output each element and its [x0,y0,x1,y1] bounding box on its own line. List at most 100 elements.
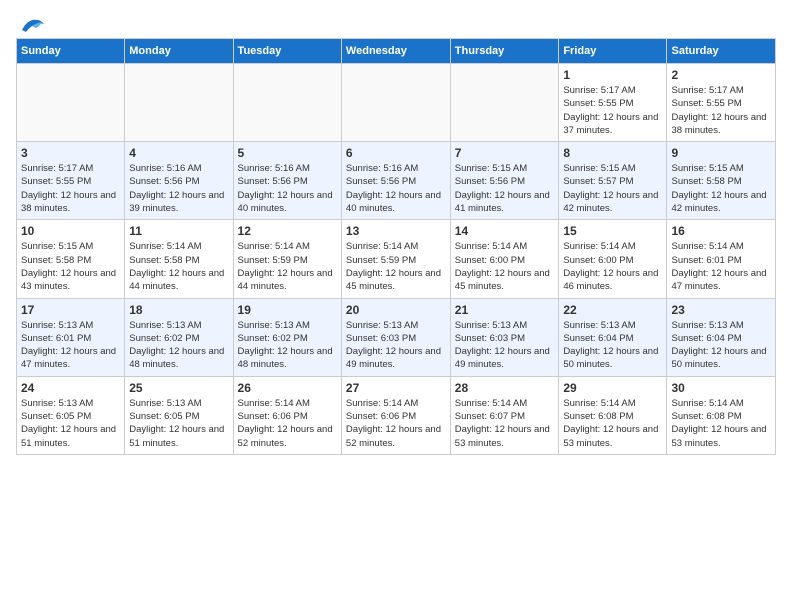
calendar-week-1: 1 Sunrise: 5:17 AM Sunset: 5:55 PM Daylig… [17,64,776,142]
day-number: 20 [346,303,446,317]
calendar-cell: 15Sunrise: 5:14 AM Sunset: 6:00 PM Dayli… [559,220,667,298]
day-number: 8 [563,146,662,160]
calendar-cell: 23 Sunrise: 5:13 AM Sunset: 6:04 PM Dayli… [667,298,776,376]
calendar-cell: 29 Sunrise: 5:14 AM Sunset: 6:08 PM Dayli… [559,376,667,454]
calendar-table: SundayMondayTuesdayWednesdayThursdayFrid… [16,38,776,455]
day-number: 24 [21,381,120,395]
day-info: Sunrise: 5:16 AM Sunset: 5:56 PM Dayligh… [346,162,446,215]
day-info: Sunrise: 5:15 AM Sunset: 5:58 PM Dayligh… [21,240,120,293]
col-header-friday: Friday [559,39,667,64]
calendar-cell: 3 Sunrise: 5:17 AM Sunset: 5:55 PM Daylig… [17,142,125,220]
col-header-saturday: Saturday [667,39,776,64]
calendar-cell: 14 Sunrise: 5:14 AM Sunset: 6:00 PM Dayli… [450,220,559,298]
day-info: Sunrise: 5:14 AM Sunset: 5:58 PM Dayligh… [129,240,228,293]
day-info: Sunrise: 5:14 AM Sunset: 5:59 PM Dayligh… [346,240,446,293]
day-number: 17 [21,303,120,317]
calendar-cell [125,64,233,142]
day-info: Sunrise: 5:14 AM Sunset: 6:08 PM Dayligh… [671,397,771,450]
day-info: Sunrise: 5:14 AM Sunset: 6:06 PM Dayligh… [346,397,446,450]
day-number: 30 [671,381,771,395]
day-number: 21 [455,303,555,317]
day-number: 10 [21,224,120,238]
day-info: Sunrise: 5:13 AM Sunset: 6:01 PM Dayligh… [21,319,120,372]
day-info: Sunrise: 5:17 AM Sunset: 5:55 PM Dayligh… [671,84,771,137]
calendar-cell: 22 Sunrise: 5:13 AM Sunset: 6:04 PM Dayli… [559,298,667,376]
day-number: 25 [129,381,228,395]
day-info: Sunrise: 5:14 AM Sunset: 6:06 PM Dayligh… [238,397,337,450]
day-info: Sunrise: 5:13 AM Sunset: 6:02 PM Dayligh… [129,319,228,372]
day-number: 22 [563,303,662,317]
day-number: 18 [129,303,228,317]
day-info: Sunrise: 5:14 AM Sunset: 6:00 PM Dayligh… [455,240,555,293]
day-number: 12 [238,224,337,238]
day-number: 14 [455,224,555,238]
calendar-cell: 5Sunrise: 5:16 AM Sunset: 5:56 PM Daylig… [233,142,341,220]
calendar-week-2: 3 Sunrise: 5:17 AM Sunset: 5:55 PM Daylig… [17,142,776,220]
day-info: Sunrise: 5:14 AM Sunset: 5:59 PM Dayligh… [238,240,337,293]
day-number: 26 [238,381,337,395]
calendar-cell: 28Sunrise: 5:14 AM Sunset: 6:07 PM Dayli… [450,376,559,454]
calendar-cell [233,64,341,142]
day-number: 1 [563,68,662,82]
day-number: 27 [346,381,446,395]
day-info: Sunrise: 5:14 AM Sunset: 6:01 PM Dayligh… [671,240,771,293]
calendar-week-5: 24 Sunrise: 5:13 AM Sunset: 6:05 PM Dayli… [17,376,776,454]
calendar-header-row: SundayMondayTuesdayWednesdayThursdayFrid… [17,39,776,64]
page-header [16,16,776,30]
day-info: Sunrise: 5:13 AM Sunset: 6:05 PM Dayligh… [21,397,120,450]
calendar-cell: 20 Sunrise: 5:13 AM Sunset: 6:03 PM Dayli… [341,298,450,376]
calendar-cell: 25 Sunrise: 5:13 AM Sunset: 6:05 PM Dayli… [125,376,233,454]
calendar-cell: 11 Sunrise: 5:14 AM Sunset: 5:58 PM Dayli… [125,220,233,298]
day-info: Sunrise: 5:13 AM Sunset: 6:03 PM Dayligh… [455,319,555,372]
day-number: 4 [129,146,228,160]
day-number: 9 [671,146,771,160]
day-info: Sunrise: 5:14 AM Sunset: 6:08 PM Dayligh… [563,397,662,450]
day-info: Sunrise: 5:15 AM Sunset: 5:58 PM Dayligh… [671,162,771,215]
calendar-cell: 7Sunrise: 5:15 AM Sunset: 5:56 PM Daylig… [450,142,559,220]
col-header-sunday: Sunday [17,39,125,64]
day-info: Sunrise: 5:13 AM Sunset: 6:04 PM Dayligh… [671,319,771,372]
day-info: Sunrise: 5:13 AM Sunset: 6:04 PM Dayligh… [563,319,662,372]
day-number: 2 [671,68,771,82]
logo-bird-icon [18,16,46,34]
calendar-cell [450,64,559,142]
calendar-cell: 30 Sunrise: 5:14 AM Sunset: 6:08 PM Dayli… [667,376,776,454]
day-info: Sunrise: 5:16 AM Sunset: 5:56 PM Dayligh… [238,162,337,215]
col-header-thursday: Thursday [450,39,559,64]
calendar-cell: 1 Sunrise: 5:17 AM Sunset: 5:55 PM Daylig… [559,64,667,142]
calendar-week-3: 10 Sunrise: 5:15 AM Sunset: 5:58 PM Dayli… [17,220,776,298]
day-number: 23 [671,303,771,317]
day-info: Sunrise: 5:16 AM Sunset: 5:56 PM Dayligh… [129,162,228,215]
day-number: 29 [563,381,662,395]
calendar-cell: 6 Sunrise: 5:16 AM Sunset: 5:56 PM Daylig… [341,142,450,220]
day-info: Sunrise: 5:13 AM Sunset: 6:02 PM Dayligh… [238,319,337,372]
calendar-cell: 17 Sunrise: 5:13 AM Sunset: 6:01 PM Dayli… [17,298,125,376]
day-info: Sunrise: 5:13 AM Sunset: 6:03 PM Dayligh… [346,319,446,372]
day-number: 28 [455,381,555,395]
col-header-wednesday: Wednesday [341,39,450,64]
day-number: 11 [129,224,228,238]
calendar-cell: 9 Sunrise: 5:15 AM Sunset: 5:58 PM Daylig… [667,142,776,220]
day-number: 13 [346,224,446,238]
calendar-cell: 19 Sunrise: 5:13 AM Sunset: 6:02 PM Dayli… [233,298,341,376]
day-number: 15 [563,224,662,238]
day-number: 3 [21,146,120,160]
col-header-monday: Monday [125,39,233,64]
day-number: 6 [346,146,446,160]
day-info: Sunrise: 5:15 AM Sunset: 5:56 PM Dayligh… [455,162,555,215]
calendar-cell [17,64,125,142]
day-info: Sunrise: 5:13 AM Sunset: 6:05 PM Dayligh… [129,397,228,450]
day-number: 16 [671,224,771,238]
calendar-cell: 2 Sunrise: 5:17 AM Sunset: 5:55 PM Daylig… [667,64,776,142]
calendar-cell: 13 Sunrise: 5:14 AM Sunset: 5:59 PM Dayli… [341,220,450,298]
day-info: Sunrise: 5:17 AM Sunset: 5:55 PM Dayligh… [21,162,120,215]
calendar-cell: 8Sunrise: 5:15 AM Sunset: 5:57 PM Daylig… [559,142,667,220]
logo [16,16,46,30]
calendar-cell: 10 Sunrise: 5:15 AM Sunset: 5:58 PM Dayli… [17,220,125,298]
calendar-cell: 24 Sunrise: 5:13 AM Sunset: 6:05 PM Dayli… [17,376,125,454]
calendar-week-4: 17 Sunrise: 5:13 AM Sunset: 6:01 PM Dayli… [17,298,776,376]
calendar-cell [341,64,450,142]
calendar-cell: 27 Sunrise: 5:14 AM Sunset: 6:06 PM Dayli… [341,376,450,454]
day-number: 19 [238,303,337,317]
day-info: Sunrise: 5:17 AM Sunset: 5:55 PM Dayligh… [563,84,662,137]
